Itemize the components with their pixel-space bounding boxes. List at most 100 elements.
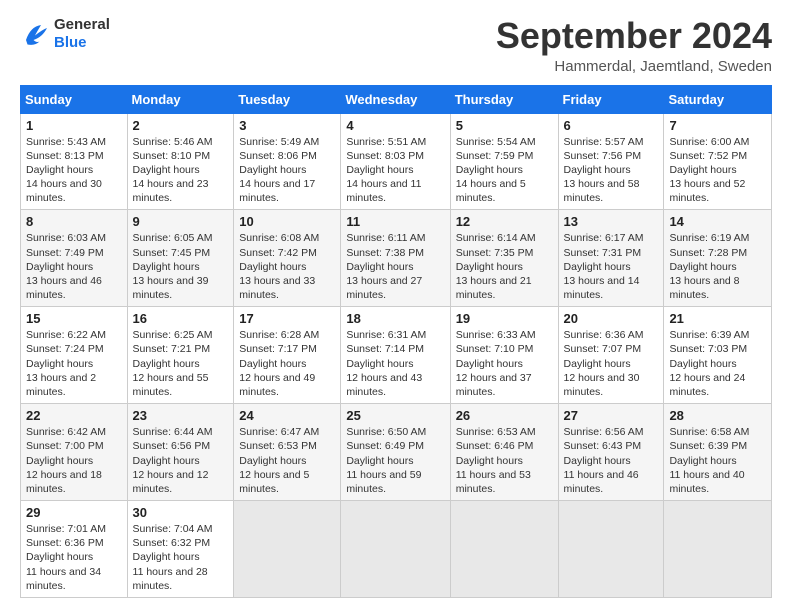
day-number: 11 bbox=[346, 214, 444, 229]
day-info: Sunrise: 6:31 AMSunset: 7:14 PMDaylight … bbox=[346, 329, 426, 398]
day-info: Sunrise: 7:01 AMSunset: 6:36 PMDaylight … bbox=[26, 523, 106, 592]
day-info: Sunrise: 6:19 AMSunset: 7:28 PMDaylight … bbox=[669, 232, 749, 301]
calendar-cell: 10 Sunrise: 6:08 AMSunset: 7:42 PMDaylig… bbox=[234, 210, 341, 307]
logo-icon bbox=[20, 19, 50, 49]
day-info: Sunrise: 6:25 AMSunset: 7:21 PMDaylight … bbox=[133, 329, 213, 398]
calendar-cell: 13 Sunrise: 6:17 AMSunset: 7:31 PMDaylig… bbox=[558, 210, 664, 307]
day-number: 3 bbox=[239, 118, 335, 133]
day-info: Sunrise: 7:04 AMSunset: 6:32 PMDaylight … bbox=[133, 523, 213, 592]
day-number: 2 bbox=[133, 118, 229, 133]
month-title: September 2024 bbox=[496, 16, 772, 56]
calendar-header-row: Sunday Monday Tuesday Wednesday Thursday… bbox=[21, 85, 772, 113]
calendar-cell bbox=[664, 501, 772, 598]
calendar-cell: 7 Sunrise: 6:00 AMSunset: 7:52 PMDayligh… bbox=[664, 113, 772, 210]
calendar-cell: 12 Sunrise: 6:14 AMSunset: 7:35 PMDaylig… bbox=[450, 210, 558, 307]
calendar-week-3: 15 Sunrise: 6:22 AMSunset: 7:24 PMDaylig… bbox=[21, 307, 772, 404]
day-number: 13 bbox=[564, 214, 659, 229]
col-monday: Monday bbox=[127, 85, 234, 113]
day-number: 1 bbox=[26, 118, 122, 133]
col-sunday: Sunday bbox=[21, 85, 128, 113]
calendar-table: Sunday Monday Tuesday Wednesday Thursday… bbox=[20, 85, 772, 598]
page: General Blue September 2024 Hammerdal, J… bbox=[0, 0, 792, 608]
day-info: Sunrise: 6:14 AMSunset: 7:35 PMDaylight … bbox=[456, 232, 536, 301]
calendar-cell: 24 Sunrise: 6:47 AMSunset: 6:53 PMDaylig… bbox=[234, 404, 341, 501]
day-info: Sunrise: 6:28 AMSunset: 7:17 PMDaylight … bbox=[239, 329, 319, 398]
col-saturday: Saturday bbox=[664, 85, 772, 113]
calendar-cell: 25 Sunrise: 6:50 AMSunset: 6:49 PMDaylig… bbox=[341, 404, 450, 501]
day-info: Sunrise: 6:50 AMSunset: 6:49 PMDaylight … bbox=[346, 426, 426, 495]
day-info: Sunrise: 6:44 AMSunset: 6:56 PMDaylight … bbox=[133, 426, 213, 495]
day-number: 5 bbox=[456, 118, 553, 133]
col-friday: Friday bbox=[558, 85, 664, 113]
day-number: 28 bbox=[669, 408, 766, 423]
calendar-cell: 1 Sunrise: 5:43 AMSunset: 8:13 PMDayligh… bbox=[21, 113, 128, 210]
calendar-cell bbox=[450, 501, 558, 598]
day-info: Sunrise: 6:53 AMSunset: 6:46 PMDaylight … bbox=[456, 426, 536, 495]
day-info: Sunrise: 6:58 AMSunset: 6:39 PMDaylight … bbox=[669, 426, 749, 495]
calendar-week-4: 22 Sunrise: 6:42 AMSunset: 7:00 PMDaylig… bbox=[21, 404, 772, 501]
day-info: Sunrise: 6:56 AMSunset: 6:43 PMDaylight … bbox=[564, 426, 644, 495]
calendar-cell bbox=[234, 501, 341, 598]
day-info: Sunrise: 6:47 AMSunset: 6:53 PMDaylight … bbox=[239, 426, 319, 495]
day-info: Sunrise: 6:39 AMSunset: 7:03 PMDaylight … bbox=[669, 329, 749, 398]
calendar-cell: 23 Sunrise: 6:44 AMSunset: 6:56 PMDaylig… bbox=[127, 404, 234, 501]
day-number: 15 bbox=[26, 311, 122, 326]
calendar-cell: 2 Sunrise: 5:46 AMSunset: 8:10 PMDayligh… bbox=[127, 113, 234, 210]
day-number: 16 bbox=[133, 311, 229, 326]
day-number: 10 bbox=[239, 214, 335, 229]
day-info: Sunrise: 6:03 AMSunset: 7:49 PMDaylight … bbox=[26, 232, 106, 301]
day-info: Sunrise: 6:42 AMSunset: 7:00 PMDaylight … bbox=[26, 426, 106, 495]
calendar-cell: 26 Sunrise: 6:53 AMSunset: 6:46 PMDaylig… bbox=[450, 404, 558, 501]
day-number: 17 bbox=[239, 311, 335, 326]
calendar-week-1: 1 Sunrise: 5:43 AMSunset: 8:13 PMDayligh… bbox=[21, 113, 772, 210]
day-number: 21 bbox=[669, 311, 766, 326]
location: Hammerdal, Jaemtland, Sweden bbox=[496, 58, 772, 75]
day-number: 22 bbox=[26, 408, 122, 423]
calendar-cell: 27 Sunrise: 6:56 AMSunset: 6:43 PMDaylig… bbox=[558, 404, 664, 501]
day-info: Sunrise: 6:33 AMSunset: 7:10 PMDaylight … bbox=[456, 329, 536, 398]
day-number: 19 bbox=[456, 311, 553, 326]
day-info: Sunrise: 6:22 AMSunset: 7:24 PMDaylight … bbox=[26, 329, 106, 398]
calendar-week-5: 29 Sunrise: 7:01 AMSunset: 6:36 PMDaylig… bbox=[21, 501, 772, 598]
calendar-cell: 19 Sunrise: 6:33 AMSunset: 7:10 PMDaylig… bbox=[450, 307, 558, 404]
day-number: 29 bbox=[26, 505, 122, 520]
calendar-cell: 18 Sunrise: 6:31 AMSunset: 7:14 PMDaylig… bbox=[341, 307, 450, 404]
col-thursday: Thursday bbox=[450, 85, 558, 113]
calendar-cell: 6 Sunrise: 5:57 AMSunset: 7:56 PMDayligh… bbox=[558, 113, 664, 210]
calendar-cell: 14 Sunrise: 6:19 AMSunset: 7:28 PMDaylig… bbox=[664, 210, 772, 307]
calendar-cell: 3 Sunrise: 5:49 AMSunset: 8:06 PMDayligh… bbox=[234, 113, 341, 210]
logo: General Blue bbox=[20, 16, 110, 52]
day-number: 30 bbox=[133, 505, 229, 520]
day-info: Sunrise: 6:36 AMSunset: 7:07 PMDaylight … bbox=[564, 329, 644, 398]
day-info: Sunrise: 5:51 AMSunset: 8:03 PMDaylight … bbox=[346, 136, 426, 205]
calendar-cell: 29 Sunrise: 7:01 AMSunset: 6:36 PMDaylig… bbox=[21, 501, 128, 598]
calendar-cell: 5 Sunrise: 5:54 AMSunset: 7:59 PMDayligh… bbox=[450, 113, 558, 210]
calendar-cell: 4 Sunrise: 5:51 AMSunset: 8:03 PMDayligh… bbox=[341, 113, 450, 210]
day-info: Sunrise: 5:49 AMSunset: 8:06 PMDaylight … bbox=[239, 136, 319, 205]
day-info: Sunrise: 6:17 AMSunset: 7:31 PMDaylight … bbox=[564, 232, 644, 301]
day-info: Sunrise: 5:43 AMSunset: 8:13 PMDaylight … bbox=[26, 136, 106, 205]
day-number: 27 bbox=[564, 408, 659, 423]
day-info: Sunrise: 5:57 AMSunset: 7:56 PMDaylight … bbox=[564, 136, 644, 205]
calendar-cell: 17 Sunrise: 6:28 AMSunset: 7:17 PMDaylig… bbox=[234, 307, 341, 404]
day-number: 9 bbox=[133, 214, 229, 229]
calendar-cell: 9 Sunrise: 6:05 AMSunset: 7:45 PMDayligh… bbox=[127, 210, 234, 307]
col-wednesday: Wednesday bbox=[341, 85, 450, 113]
day-number: 6 bbox=[564, 118, 659, 133]
calendar-cell: 20 Sunrise: 6:36 AMSunset: 7:07 PMDaylig… bbox=[558, 307, 664, 404]
calendar-cell: 16 Sunrise: 6:25 AMSunset: 7:21 PMDaylig… bbox=[127, 307, 234, 404]
day-number: 26 bbox=[456, 408, 553, 423]
day-info: Sunrise: 5:46 AMSunset: 8:10 PMDaylight … bbox=[133, 136, 213, 205]
calendar-cell: 11 Sunrise: 6:11 AMSunset: 7:38 PMDaylig… bbox=[341, 210, 450, 307]
header: General Blue September 2024 Hammerdal, J… bbox=[20, 16, 772, 75]
day-number: 25 bbox=[346, 408, 444, 423]
day-number: 7 bbox=[669, 118, 766, 133]
calendar-cell: 15 Sunrise: 6:22 AMSunset: 7:24 PMDaylig… bbox=[21, 307, 128, 404]
calendar-week-2: 8 Sunrise: 6:03 AMSunset: 7:49 PMDayligh… bbox=[21, 210, 772, 307]
day-number: 23 bbox=[133, 408, 229, 423]
day-info: Sunrise: 5:54 AMSunset: 7:59 PMDaylight … bbox=[456, 136, 536, 205]
col-tuesday: Tuesday bbox=[234, 85, 341, 113]
day-number: 8 bbox=[26, 214, 122, 229]
day-info: Sunrise: 6:00 AMSunset: 7:52 PMDaylight … bbox=[669, 136, 749, 205]
calendar-cell: 22 Sunrise: 6:42 AMSunset: 7:00 PMDaylig… bbox=[21, 404, 128, 501]
